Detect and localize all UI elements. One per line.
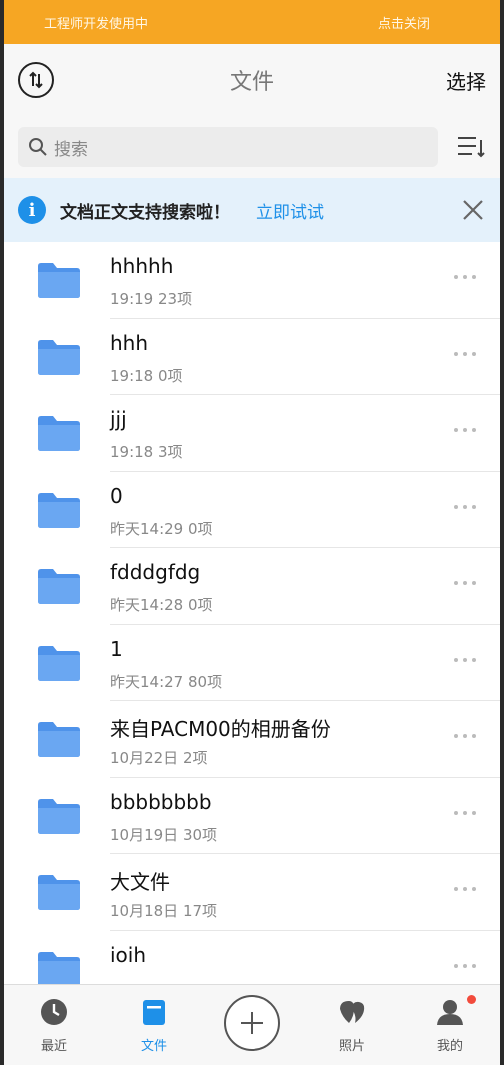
file-texts: 0 昨天14:29 0项 [110, 472, 500, 548]
file-name: hhh [110, 330, 149, 355]
file-name: 1 [110, 636, 123, 661]
files-icon [143, 1000, 165, 1025]
folder-icon [38, 722, 80, 757]
page-title: 文件 [229, 70, 275, 95]
more-dots-icon[interactable] [452, 578, 478, 588]
more-dots-icon[interactable] [452, 961, 478, 971]
file-meta: 昨天14:28 0项 [110, 596, 213, 614]
file-row[interactable]: bbbbbbbb 10月19日 30项 [4, 778, 500, 854]
file-name: bbbbbbbb [110, 789, 212, 814]
file-name: ioih [110, 942, 147, 967]
file-texts: jjj 19:18 3项 [110, 395, 500, 472]
file-texts: hhh 19:18 0项 [110, 319, 500, 395]
file-row[interactable]: hhh 19:18 0项 [4, 319, 500, 395]
tip-banner: i 文档正文支持搜索啦！ 立即试试 [4, 178, 500, 242]
file-name: 大文件 [110, 870, 170, 894]
file-meta: 19:18 3项 [110, 443, 183, 461]
more-dots-icon[interactable] [452, 731, 478, 741]
file-texts: 来自PACM00的相册备份 10月22日 2项 [110, 701, 500, 778]
more-dots-icon[interactable] [452, 425, 478, 435]
select-button[interactable]: 选择 [446, 66, 486, 95]
user-icon [437, 1000, 463, 1025]
file-list: hhhhh 19:19 23项 hhh 19:18 0项 jjj 19:18 3项 0 昨天1… [4, 242, 500, 1007]
folder-icon [38, 875, 80, 910]
file-row[interactable]: jjj 19:18 3项 [4, 395, 500, 472]
clock-icon [41, 999, 67, 1025]
tip-try-link[interactable]: 立即试试 [256, 198, 324, 223]
file-name: hhhhh [110, 254, 174, 278]
list-sort-icon [458, 137, 485, 158]
file-texts: hhhhh 19:19 23项 [110, 242, 500, 319]
tab-mine-label: 我的 [436, 1039, 463, 1054]
file-texts: 大文件 10月18日 17项 [110, 854, 500, 931]
search-placeholder: 搜索 [54, 139, 88, 160]
bottom-tab-bar: 最近 文件 照片 我的 [4, 984, 500, 1065]
tab-photos[interactable]: 照片 [312, 985, 392, 1065]
search-icon [29, 138, 47, 156]
more-dots-icon[interactable] [452, 655, 478, 665]
file-meta: 10月19日 30项 [110, 825, 218, 844]
folder-icon [38, 492, 80, 528]
folder-icon [38, 951, 80, 987]
folder-icon [38, 645, 80, 681]
sort-arrows-icon [29, 71, 43, 89]
file-texts: bbbbbbbb 10月19日 30项 [110, 778, 500, 854]
dev-banner-text: 工程师开发使用中 [44, 16, 149, 32]
tab-files-label: 文件 [140, 1039, 167, 1054]
file-meta: 10月22日 2项 [110, 749, 208, 767]
tip-text: 文档正文支持搜索啦！ [60, 202, 230, 223]
folder-icon [38, 339, 80, 375]
file-row[interactable]: 0 昨天14:29 0项 [4, 472, 500, 548]
file-name: jjj [110, 407, 127, 431]
sort-button[interactable] [18, 62, 54, 98]
notification-dot [467, 995, 476, 1004]
add-button[interactable] [224, 995, 280, 1051]
close-icon[interactable] [460, 197, 486, 223]
dev-banner-close[interactable]: 点击关闭 [378, 13, 430, 32]
file-meta: 19:19 23项 [110, 290, 193, 308]
tab-recent-label: 最近 [40, 1039, 67, 1054]
tab-recent[interactable]: 最近 [14, 985, 94, 1065]
file-meta: 19:18 0项 [110, 366, 183, 385]
folder-icon [38, 263, 80, 298]
info-icon: i [18, 196, 46, 224]
list-sort-button[interactable] [456, 132, 486, 162]
tab-mine[interactable]: 我的 [410, 985, 490, 1065]
header: 文件 选择 [4, 44, 500, 116]
file-row[interactable]: hhhhh 19:19 23项 [4, 242, 500, 319]
tab-photos-label: 照片 [338, 1039, 365, 1054]
search-row: 搜索 [4, 116, 500, 178]
app-frame: 工程师开发使用中 点击关闭 文件 选择 搜索 i 文档正文支持搜索啦！ 立即试试… [4, 0, 500, 1065]
file-name: 0 [110, 483, 123, 508]
photos-icon [340, 1001, 365, 1023]
search-input[interactable]: 搜索 [18, 127, 438, 167]
file-row[interactable]: fdddgfdg 昨天14:28 0项 [4, 548, 500, 625]
more-dots-icon[interactable] [452, 349, 478, 359]
file-meta: 10月18日 17项 [110, 902, 218, 920]
folder-icon [38, 416, 80, 451]
tab-files[interactable]: 文件 [114, 985, 194, 1065]
file-row[interactable]: 来自PACM00的相册备份 10月22日 2项 [4, 701, 500, 778]
more-dots-icon[interactable] [452, 884, 478, 894]
dev-banner[interactable]: 工程师开发使用中 点击关闭 [4, 0, 500, 44]
folder-icon [38, 798, 80, 834]
folder-icon [38, 569, 80, 604]
more-dots-icon[interactable] [452, 272, 478, 282]
file-texts: 1 昨天14:27 80项 [110, 625, 500, 701]
file-row[interactable]: 1 昨天14:27 80项 [4, 625, 500, 701]
file-meta: 昨天14:29 0项 [110, 519, 213, 538]
more-dots-icon[interactable] [452, 808, 478, 818]
file-name: fdddgfdg [110, 560, 201, 584]
file-name: 来自PACM00的相册备份 [110, 717, 331, 741]
file-texts: fdddgfdg 昨天14:28 0项 [110, 548, 500, 625]
plus-icon [241, 1012, 263, 1034]
file-row[interactable]: 大文件 10月18日 17项 [4, 854, 500, 931]
more-dots-icon[interactable] [452, 502, 478, 512]
file-meta: 昨天14:27 80项 [110, 672, 223, 691]
